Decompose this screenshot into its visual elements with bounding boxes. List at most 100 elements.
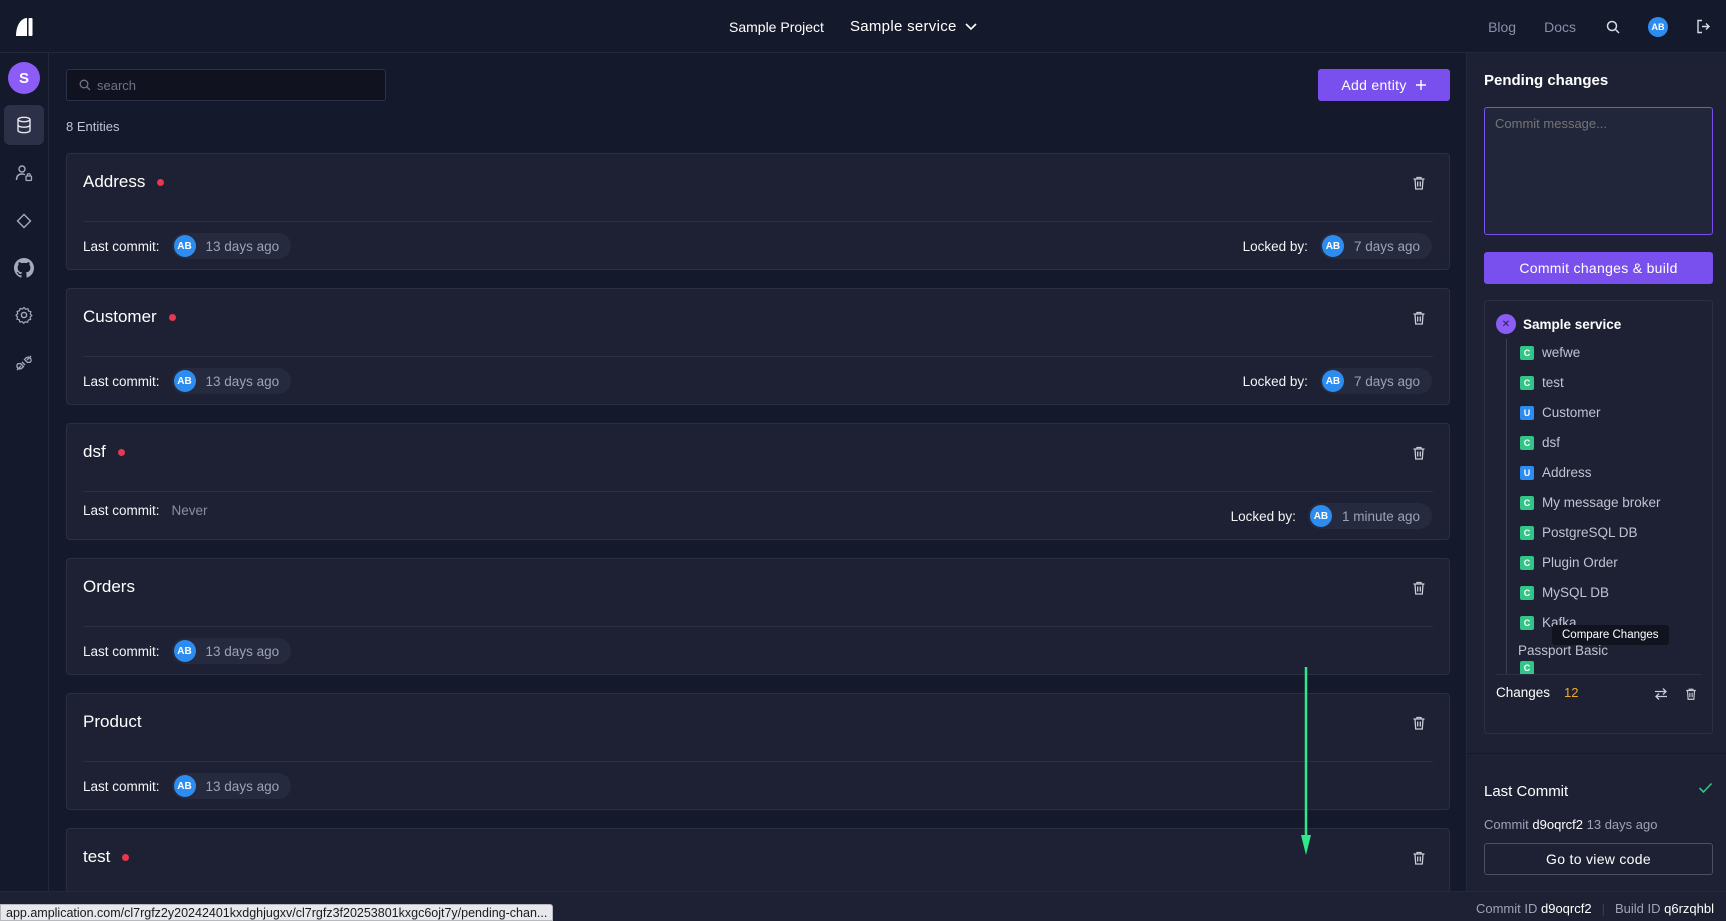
- locked-by-label: Locked by:: [1242, 238, 1308, 254]
- entity-name[interactable]: Orders: [83, 577, 135, 597]
- entities-nav[interactable]: [4, 105, 44, 145]
- project-name[interactable]: Sample Project: [729, 19, 824, 35]
- annotation-arrow: [1301, 667, 1311, 855]
- commit-button[interactable]: Commit changes & build: [1484, 252, 1713, 284]
- gear-icon: [15, 306, 33, 324]
- last-commit-section: Last Commit Commit d9oqrcf2 13 days ago …: [1467, 753, 1726, 875]
- build-id-label: Build ID: [1614, 901, 1661, 916]
- commit-id-label: Commit ID: [1475, 901, 1538, 916]
- changes-label: Changes: [1496, 685, 1551, 700]
- search-icon[interactable]: [1604, 18, 1622, 36]
- service-selector[interactable]: Sample service: [850, 18, 977, 35]
- blog-link[interactable]: Blog: [1488, 19, 1516, 35]
- logout-icon[interactable]: [1694, 18, 1712, 36]
- locked-time: 7 days ago: [1353, 373, 1420, 389]
- update-badge: U: [1520, 465, 1534, 480]
- changes-divider: [1496, 674, 1702, 675]
- list-item[interactable]: C Plugin Order: [1520, 555, 1618, 570]
- settings-nav[interactable]: [4, 295, 44, 335]
- workspace-avatar[interactable]: S: [8, 62, 40, 94]
- service-header[interactable]: ✕ Sample service: [1496, 314, 1621, 334]
- create-badge: C: [1520, 435, 1534, 450]
- diamond-icon: [16, 213, 32, 229]
- entity-list: Address Last commit: AB 13 days ago Locke…: [66, 153, 1450, 921]
- change-name: Plugin Order: [1542, 555, 1618, 570]
- list-item[interactable]: Cdsf: [1520, 435, 1560, 450]
- list-item[interactable]: C: [1520, 661, 1534, 674]
- change-name: test: [1542, 375, 1564, 390]
- list-item[interactable]: Cwefwe: [1520, 345, 1580, 360]
- github-nav[interactable]: [4, 248, 44, 288]
- list-item[interactable]: U Address: [1520, 465, 1592, 480]
- build-id-value: q6rzqhbl: [1664, 901, 1714, 916]
- change-name: dsf: [1542, 435, 1561, 450]
- entity-name[interactable]: Customer: [83, 307, 157, 327]
- avatar: AB: [173, 640, 196, 662]
- locked-by-pill: AB 7 days ago: [1319, 368, 1432, 394]
- search-input[interactable]: [97, 77, 357, 93]
- github-icon: [14, 258, 34, 278]
- user-avatar[interactable]: AB: [1648, 16, 1668, 37]
- avatar: AB: [1321, 370, 1344, 392]
- trash-icon[interactable]: [1411, 175, 1427, 191]
- trash-icon[interactable]: [1411, 445, 1427, 461]
- update-badge: U: [1520, 405, 1534, 420]
- create-badge: C: [1520, 615, 1534, 630]
- commit-time: 13 days ago: [1586, 817, 1658, 832]
- last-commit-label: Last commit:: [83, 373, 160, 389]
- list-item[interactable]: U Customer: [1520, 405, 1601, 420]
- pending-dot: [157, 178, 165, 186]
- trash-icon[interactable]: [1684, 687, 1698, 701]
- create-badge: C: [1520, 661, 1534, 674]
- entity-card[interactable]: Address Last commit: AB 13 days ago Locke…: [66, 153, 1450, 270]
- trash-icon[interactable]: [1411, 715, 1427, 731]
- commit-id-link[interactable]: d9oqrcf2: [1532, 817, 1583, 832]
- view-code-button[interactable]: Go to view code: [1484, 843, 1713, 875]
- amplication-logo[interactable]: [13, 16, 35, 38]
- connections-nav[interactable]: [4, 343, 44, 383]
- card-divider: [83, 626, 1433, 627]
- search-field[interactable]: [66, 69, 386, 101]
- entity-name[interactable]: Address: [83, 172, 145, 192]
- entity-name[interactable]: dsf: [83, 442, 106, 462]
- entity-count: 8 Entities: [66, 119, 120, 134]
- database-icon: [17, 116, 31, 134]
- entity-card[interactable]: Product Last commit: AB 13 days ago: [66, 693, 1450, 810]
- trash-icon[interactable]: [1411, 850, 1427, 866]
- commit-id-status[interactable]: Commit ID d9oqrcf2: [1476, 901, 1592, 916]
- docs-link[interactable]: Docs: [1544, 19, 1576, 35]
- trash-icon[interactable]: [1411, 310, 1427, 326]
- list-item[interactable]: Passport Basic: [1518, 643, 1608, 658]
- entity-card[interactable]: dsf Last commit: Never Locked by: AB 1 mi…: [66, 423, 1450, 540]
- card-divider: [83, 761, 1433, 762]
- service-icon: ✕: [1496, 314, 1516, 334]
- trash-icon[interactable]: [1411, 580, 1427, 596]
- card-divider: [83, 356, 1433, 357]
- last-commit-time: 13 days ago: [205, 778, 280, 794]
- last-commit-label: Last commit:: [83, 503, 160, 518]
- add-entity-button[interactable]: Add entity: [1318, 69, 1450, 101]
- entity-card[interactable]: Customer Last commit: AB 13 days ago Lock…: [66, 288, 1450, 405]
- build-id-status[interactable]: Build ID q6rzqhbl: [1615, 901, 1714, 916]
- last-commit-info: Commit d9oqrcf2 13 days ago: [1484, 817, 1657, 832]
- roles-nav[interactable]: [4, 153, 44, 193]
- breadcrumb: Sample Project Sample service: [729, 18, 977, 35]
- locked-by-label: Locked by:: [1242, 373, 1308, 389]
- avatar: AB: [1321, 235, 1344, 257]
- list-item[interactable]: C PostgreSQL DB: [1520, 525, 1638, 540]
- service-name: Sample service: [1523, 316, 1622, 332]
- entity-name[interactable]: Product: [83, 712, 142, 732]
- compare-icon[interactable]: [1654, 687, 1668, 701]
- change-name: Address: [1542, 465, 1592, 480]
- entity-card[interactable]: Orders Last commit: AB 13 days ago: [66, 558, 1450, 675]
- entity-name[interactable]: test: [83, 847, 110, 867]
- list-item[interactable]: C MySQL DB: [1520, 585, 1609, 600]
- avatar: AB: [173, 775, 196, 797]
- entities-page: Add entity 8 Entities Address Last commi…: [49, 53, 1465, 921]
- last-commit-pill: AB 13 days ago: [171, 368, 292, 394]
- list-item[interactable]: C My message broker: [1520, 495, 1661, 510]
- change-name: PostgreSQL DB: [1542, 525, 1638, 540]
- list-item[interactable]: Ctest: [1520, 375, 1564, 390]
- plugins-nav[interactable]: [4, 201, 44, 241]
- commit-message-input[interactable]: [1484, 107, 1713, 235]
